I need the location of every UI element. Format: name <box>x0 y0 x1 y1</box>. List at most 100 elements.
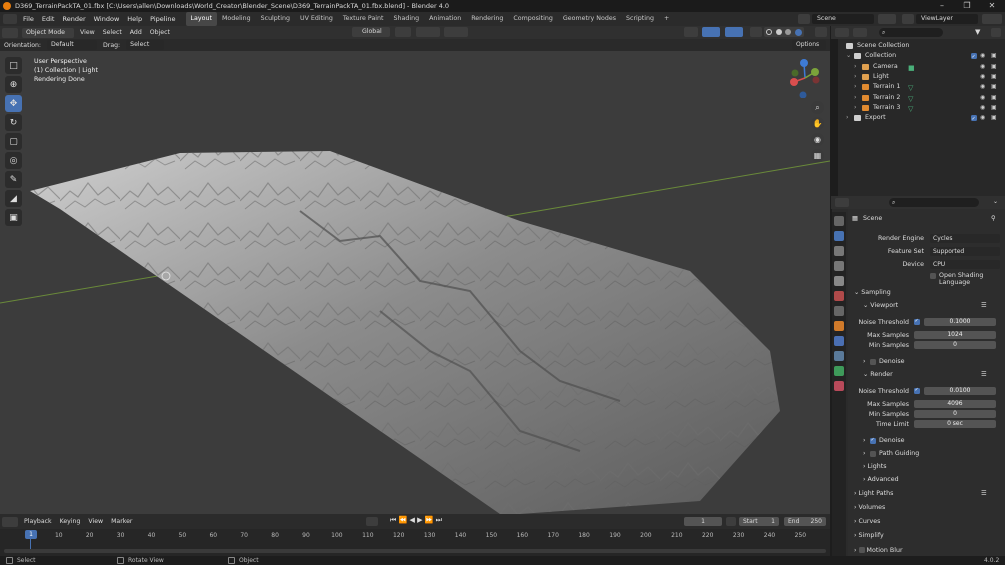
object-mode-dropdown[interactable]: Object Mode <box>22 27 74 38</box>
new-collection-icon[interactable] <box>991 28 1001 37</box>
current-frame-field[interactable]: 1 <box>684 517 722 526</box>
r-noise-threshold-field[interactable]: 0.0100 <box>924 387 996 395</box>
mesh-data-icon[interactable]: ▽ <box>908 83 916 92</box>
workspace-tab-modeling[interactable]: Modeling <box>217 12 256 26</box>
expand-arrow-icon[interactable]: › <box>854 72 857 82</box>
render-presets-icon[interactable]: ☰ <box>981 371 987 378</box>
playback-controls[interactable]: ⏮ ⏪ ◀ ▶ ⏩ ⏭ <box>390 516 442 525</box>
gizmo-toggle-icon[interactable] <box>702 27 720 37</box>
render-camera-icon[interactable]: ▣ <box>991 82 997 92</box>
eye-icon[interactable]: ◉ <box>980 51 985 61</box>
view-layer-tab-icon[interactable] <box>834 261 844 271</box>
viewlayer-actions-icon[interactable] <box>982 14 1002 24</box>
workspace-tab-shading[interactable]: Shading <box>389 12 425 26</box>
feature-set-dropdown[interactable]: Supported <box>930 247 1000 256</box>
viewport-subpanel-toggle[interactable]: ⌄ Viewport <box>863 302 898 309</box>
workspace-tab-texture-paint[interactable]: Texture Paint <box>338 12 389 26</box>
properties-editor-type-icon[interactable] <box>835 198 849 207</box>
camera-view-icon[interactable]: ◉ <box>811 133 824 146</box>
outliner-item[interactable]: › Terrain 2 ▽ ◉ ▣ <box>838 93 1005 103</box>
cursor-tool-icon[interactable]: ⊕ <box>5 76 22 93</box>
device-dropdown[interactable]: CPU <box>930 260 1000 269</box>
curves-panel-toggle[interactable]: › Curves <box>854 518 880 525</box>
ortho-grid-icon[interactable]: ▦ <box>811 149 824 162</box>
clock-icon[interactable] <box>726 517 736 526</box>
display-mode-icon[interactable] <box>853 28 867 37</box>
outliner-item[interactable]: Scene Collection <box>838 41 1005 51</box>
r-denoise-toggle[interactable]: › <box>863 437 866 444</box>
r-min-samples-field[interactable]: 0 <box>914 410 996 418</box>
workspace-tab-compositing[interactable]: Compositing <box>508 12 557 26</box>
output-tab-icon[interactable] <box>834 246 844 256</box>
pan-hand-icon[interactable]: ✋ <box>811 117 824 130</box>
timeline-menu-playback[interactable]: Playback <box>20 518 56 525</box>
eye-icon[interactable]: ◉ <box>980 103 985 113</box>
visibility-icon[interactable] <box>684 27 698 37</box>
workspace-tab-layout[interactable]: Layout <box>185 12 217 26</box>
pivot-point-icon[interactable] <box>395 27 411 37</box>
sampling-panel-toggle[interactable]: ⌄ Sampling <box>854 289 891 296</box>
viewport-menu-object[interactable]: Object <box>146 29 174 36</box>
outliner-item[interactable]: › Light ◉ ▣ <box>838 72 1005 82</box>
light-paths-panel-toggle[interactable]: › Light Paths <box>854 490 893 497</box>
volumes-panel-toggle[interactable]: › Volumes <box>854 504 885 511</box>
rendered-shading-icon[interactable] <box>795 28 803 36</box>
proportional-edit-icon[interactable] <box>444 27 468 37</box>
path-guiding-checkbox[interactable] <box>870 451 876 457</box>
motion-blur-panel-toggle[interactable]: › Motion Blur <box>854 546 903 554</box>
menu-edit[interactable]: Edit <box>38 12 59 26</box>
material-shading-icon[interactable] <box>785 29 792 35</box>
simplify-panel-toggle[interactable]: › Simplify <box>854 532 884 539</box>
viewport-presets-icon[interactable]: ☰ <box>981 302 987 309</box>
render-subpanel-toggle[interactable]: ⌄ Render <box>863 371 893 378</box>
scene-tab-icon[interactable] <box>834 276 844 286</box>
blender-menu-icon[interactable] <box>3 14 17 24</box>
outliner-item[interactable]: › Terrain 1 ▽ ◉ ▣ <box>838 82 1005 92</box>
outliner-item[interactable]: › Terrain 3 ▽ ◉ ▣ <box>838 103 1005 113</box>
measure-tool-icon[interactable]: ◢ <box>5 190 22 207</box>
vp-denoise-toggle[interactable]: › <box>863 358 866 365</box>
expand-arrow-icon[interactable]: › <box>854 82 857 92</box>
exclude-checkbox[interactable] <box>971 52 977 63</box>
pause-render-icon[interactable] <box>815 27 827 37</box>
r-time-limit-field[interactable]: 0 sec <box>914 420 996 428</box>
viewport-menu-select[interactable]: Select <box>99 29 126 36</box>
osl-checkbox[interactable] <box>930 273 936 279</box>
outliner-item[interactable]: › Camera ■ ◉ ▣ <box>838 62 1005 72</box>
timeline-menu-keying[interactable]: Keying <box>56 518 85 525</box>
timeline-menu-view[interactable]: View <box>84 518 107 525</box>
close-button[interactable]: ✕ <box>980 0 1004 12</box>
expand-arrow-icon[interactable]: › <box>854 62 857 72</box>
render-tab-icon[interactable] <box>834 231 844 241</box>
pin-icon[interactable]: ⚲ <box>991 215 996 222</box>
workspace-tab-scripting[interactable]: Scripting <box>621 12 659 26</box>
object-tab-icon[interactable] <box>834 321 844 331</box>
move-tool-icon[interactable]: ✥ <box>5 95 22 112</box>
menu-window[interactable]: Window <box>90 12 124 26</box>
snap-icon[interactable] <box>416 27 440 37</box>
outliner-item[interactable]: ⌄ Collection ◉ ▣ <box>838 51 1005 63</box>
workspace-tab-animation[interactable]: Animation <box>424 12 466 26</box>
motion-blur-checkbox[interactable] <box>858 547 865 553</box>
render-engine-dropdown[interactable]: Cycles <box>930 234 1000 243</box>
vp-min-samples-field[interactable]: 0 <box>914 341 996 349</box>
overlay-toggle-icon[interactable] <box>725 27 743 37</box>
lights-subpanel-toggle[interactable]: › Lights <box>863 463 887 470</box>
eye-icon[interactable]: ◉ <box>980 93 985 103</box>
menu-pipeline[interactable]: Pipeline <box>146 12 179 26</box>
transform-tool-icon[interactable]: ◎ <box>5 152 22 169</box>
path-guiding-toggle[interactable]: › <box>863 450 866 457</box>
xray-toggle-icon[interactable] <box>750 27 762 37</box>
solid-shading-icon[interactable] <box>775 29 782 35</box>
exclude-checkbox[interactable] <box>971 114 977 124</box>
workspace-tab-uv-editing[interactable]: UV Editing <box>295 12 338 26</box>
options-dropdown[interactable]: Options <box>792 40 826 50</box>
render-camera-icon[interactable]: ▣ <box>991 93 997 103</box>
workspace-tab-geometry-nodes[interactable]: Geometry Nodes <box>558 12 621 26</box>
expand-arrow-icon[interactable]: › <box>854 103 857 113</box>
vp-noise-threshold-checkbox[interactable] <box>914 318 920 325</box>
workspace-tab-sculpting[interactable]: Sculpting <box>256 12 295 26</box>
eye-icon[interactable]: ◉ <box>980 113 985 123</box>
wireframe-shading-icon[interactable] <box>765 29 772 35</box>
menu-file[interactable]: File <box>19 12 38 26</box>
